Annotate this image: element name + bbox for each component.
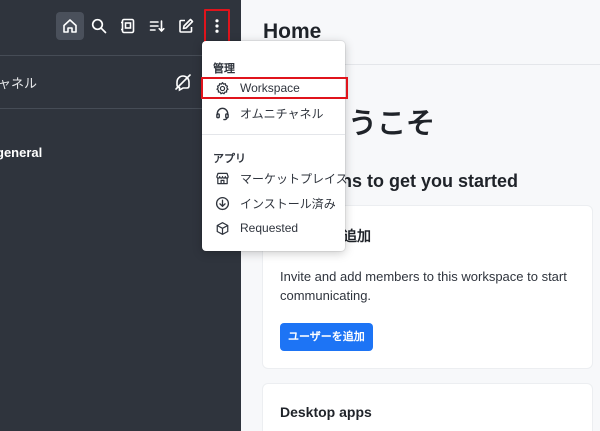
- menu-item-omnichannel[interactable]: オムニチャネル: [202, 102, 345, 124]
- menu-item-workspace-label: Workspace: [240, 81, 300, 95]
- menu-item-marketplace-label: マーケットプレイス: [240, 171, 348, 186]
- menu-item-requested-label: Requested: [240, 221, 299, 235]
- steps-heading: ns to get you started: [341, 171, 519, 191]
- kebab-menu-icon: [215, 19, 219, 33]
- home-button[interactable]: [56, 12, 84, 40]
- menu-item-omnichannel-label: オムニチャネル: [240, 106, 324, 121]
- search-icon: [91, 18, 107, 34]
- administration-menu: 管理 Workspace オムニチャネル アプリ マーケットプレイス インストー…: [201, 41, 348, 251]
- headset-icon: [216, 107, 229, 120]
- add-users-card-title: 追加: [343, 228, 371, 244]
- sidebar-toolbar: [56, 8, 231, 44]
- omnichannel-off-icon[interactable]: [173, 72, 193, 92]
- omnichannel-label: ャネル: [0, 75, 38, 91]
- cube-icon: [216, 221, 229, 235]
- gear-icon: [216, 81, 229, 94]
- sort-icon: [149, 20, 165, 33]
- directory-button[interactable]: [114, 12, 142, 40]
- store-icon: [216, 172, 229, 184]
- desktop-apps-card-title: Desktop apps: [280, 404, 372, 420]
- directory-icon: [121, 18, 135, 34]
- add-users-card-text: Invite and add members to this workspace…: [280, 269, 567, 303]
- options-menu-button[interactable]: [204, 9, 230, 43]
- download-circle-icon: [215, 196, 230, 210]
- menu-section-admin: 管理: [213, 63, 235, 75]
- home-icon: [63, 19, 77, 33]
- sidebar-item-general[interactable]: general: [0, 145, 42, 160]
- menu-divider: [202, 134, 345, 135]
- menu-item-installed-label: インストール済み: [240, 196, 336, 211]
- menu-item-installed[interactable]: インストール済み: [202, 192, 345, 214]
- menu-item-workspace[interactable]: Workspace: [201, 77, 348, 99]
- search-button[interactable]: [85, 12, 113, 40]
- menu-item-requested[interactable]: Requested: [202, 217, 345, 239]
- menu-item-marketplace[interactable]: マーケットプレイス: [202, 167, 348, 189]
- add-users-button[interactable]: ユーザーを追加: [280, 323, 373, 351]
- sort-button[interactable]: [143, 12, 171, 40]
- pencil-square-icon: [179, 18, 194, 33]
- desktop-apps-card: Desktop apps: [263, 384, 592, 431]
- create-new-button[interactable]: [172, 12, 200, 40]
- menu-section-apps: アプリ: [213, 153, 246, 165]
